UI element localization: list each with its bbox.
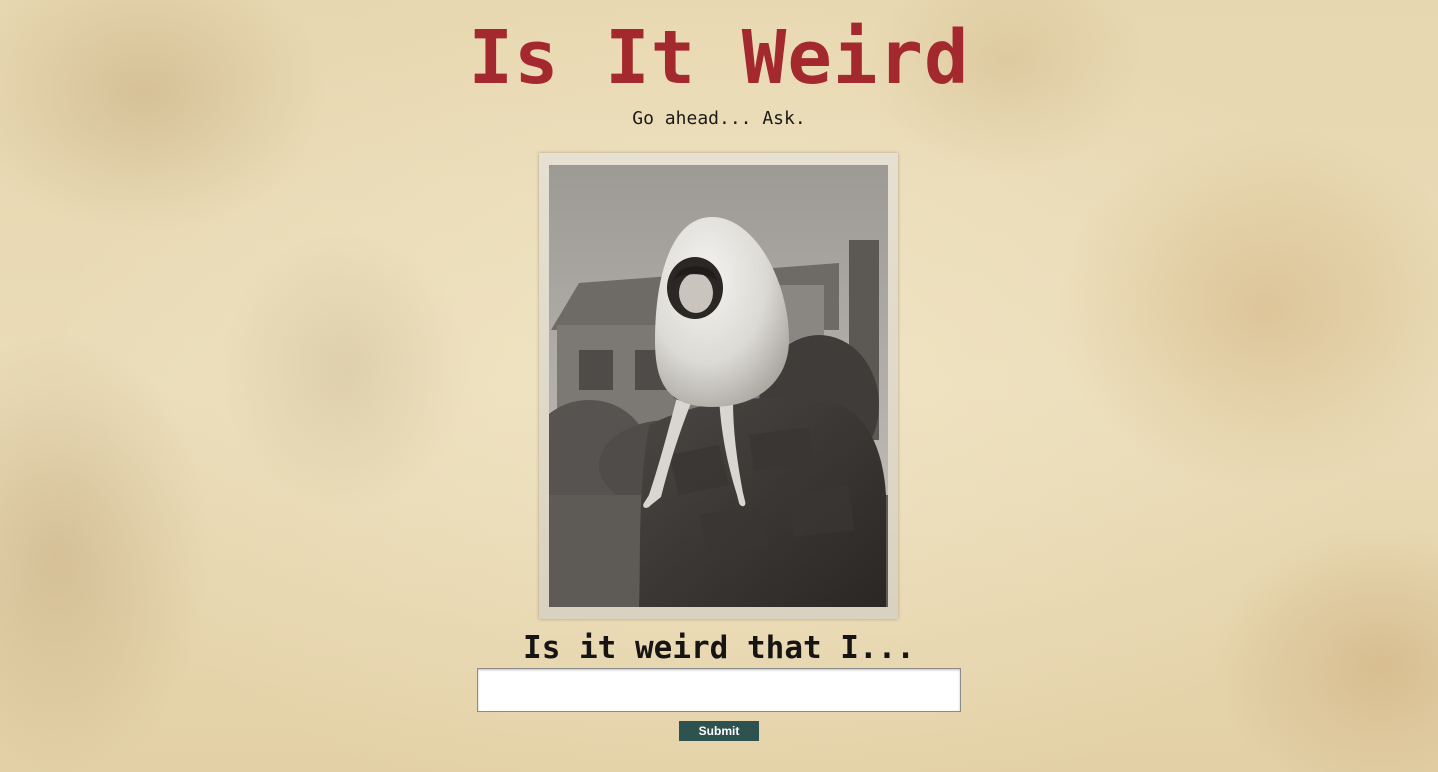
site-title: Is It Weird bbox=[468, 15, 970, 101]
submit-button[interactable]: Submit bbox=[679, 721, 759, 741]
question-label: Is it weird that I... bbox=[523, 630, 915, 666]
question-input[interactable] bbox=[477, 668, 961, 712]
vintage-photo-image bbox=[549, 165, 888, 607]
egg-costume-photo bbox=[539, 153, 898, 619]
tagline: Go ahead... Ask. bbox=[632, 108, 806, 129]
